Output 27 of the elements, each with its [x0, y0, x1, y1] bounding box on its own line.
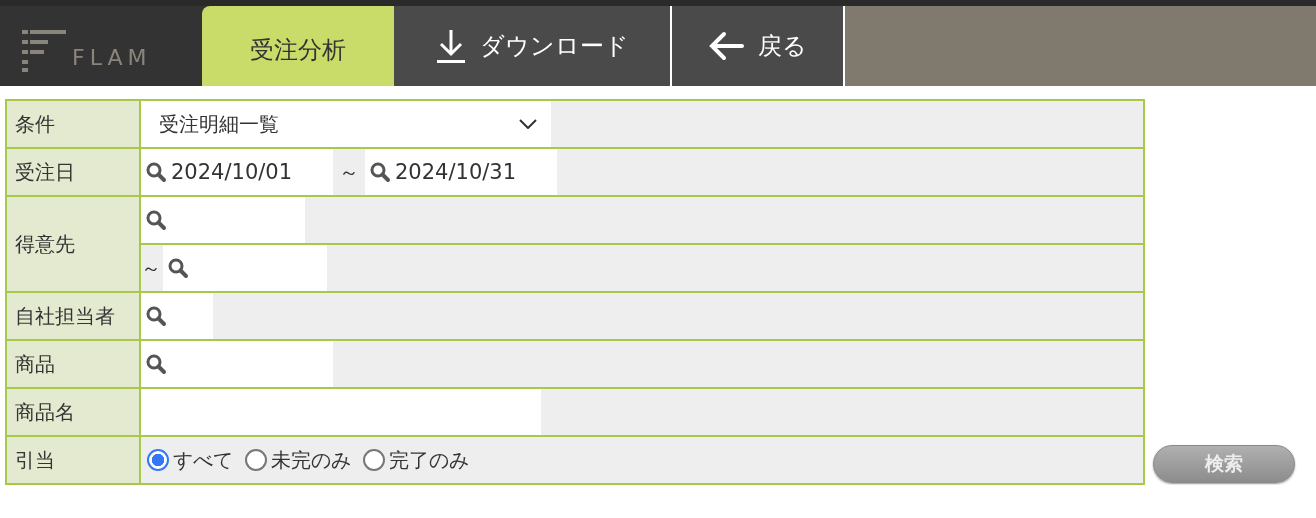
- field-label: 受注日: [6, 148, 140, 196]
- search-icon[interactable]: [145, 209, 167, 231]
- search-field[interactable]: [141, 197, 305, 243]
- radio-button[interactable]: [245, 449, 267, 471]
- logo-mark-icon: [22, 30, 68, 72]
- radio-label[interactable]: 未完のみ: [271, 446, 351, 474]
- nav-tab[interactable]: 戻る: [672, 6, 845, 86]
- radio-button[interactable]: [147, 449, 169, 471]
- radio-button[interactable]: [363, 449, 385, 471]
- nav-tab[interactable]: ダウンロード: [394, 6, 672, 86]
- nav-tab[interactable]: 受注分析: [202, 6, 394, 86]
- back-arrow-icon: [708, 31, 744, 61]
- logo-text: FLAM: [72, 43, 152, 70]
- field-label: 商品名: [6, 388, 140, 436]
- field-label: 自社担当者: [6, 292, 140, 340]
- radio-label[interactable]: 完了のみ: [389, 446, 469, 474]
- search-icon[interactable]: [167, 257, 189, 279]
- download-icon: [435, 28, 466, 64]
- chevron-down-icon: [519, 119, 537, 129]
- range-separator: ～: [141, 254, 162, 282]
- field-label: 得意先: [6, 196, 140, 292]
- search-field[interactable]: [163, 245, 327, 291]
- radio-label[interactable]: すべて: [173, 446, 233, 474]
- field-label: 引当: [6, 436, 140, 484]
- condition-dropdown[interactable]: 受注明細一覧: [141, 101, 551, 147]
- field-label: 条件: [6, 100, 140, 148]
- field-label: 商品: [6, 340, 140, 388]
